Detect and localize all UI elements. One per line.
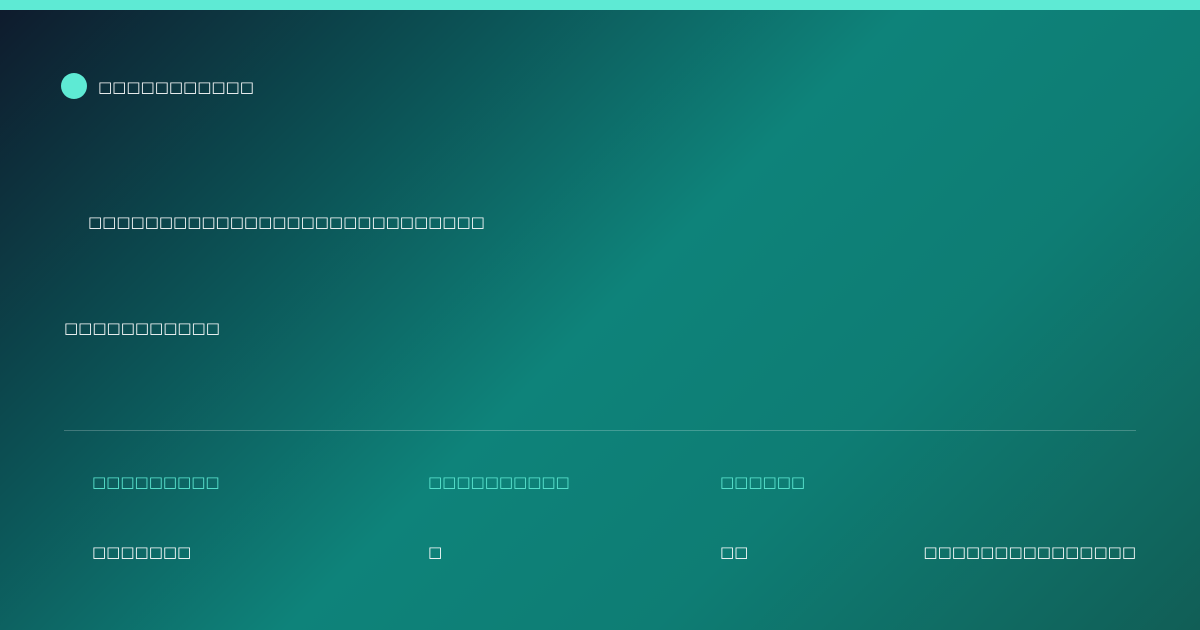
brand-label: □□□□□□□□□□□ xyxy=(98,78,254,96)
headline: □□□□□□□□□□□□□□□□□□□□□□□□□□□□ xyxy=(88,213,485,231)
stat-value-3: □□ xyxy=(720,543,749,561)
stat-label-1: □□□□□□□□□ xyxy=(92,473,220,491)
footer-note: □□□□□□□□□□□□□□□ xyxy=(923,543,1136,561)
accent-top-bar xyxy=(0,0,1200,10)
subtext: □□□□□□□□□□□ xyxy=(64,319,220,337)
divider xyxy=(64,430,1136,431)
share-card: □□□□□□□□□□□ □□□□□□□□□□□□□□□□□□□□□□□□□□□□… xyxy=(0,0,1200,630)
stat-value-1: □□□□□□□ xyxy=(92,543,192,561)
stat-value-2: □ xyxy=(428,543,443,561)
stat-label-3: □□□□□□ xyxy=(720,473,806,491)
stat-label-2: □□□□□□□□□□ xyxy=(428,473,570,491)
circle-logo-icon xyxy=(61,73,87,99)
